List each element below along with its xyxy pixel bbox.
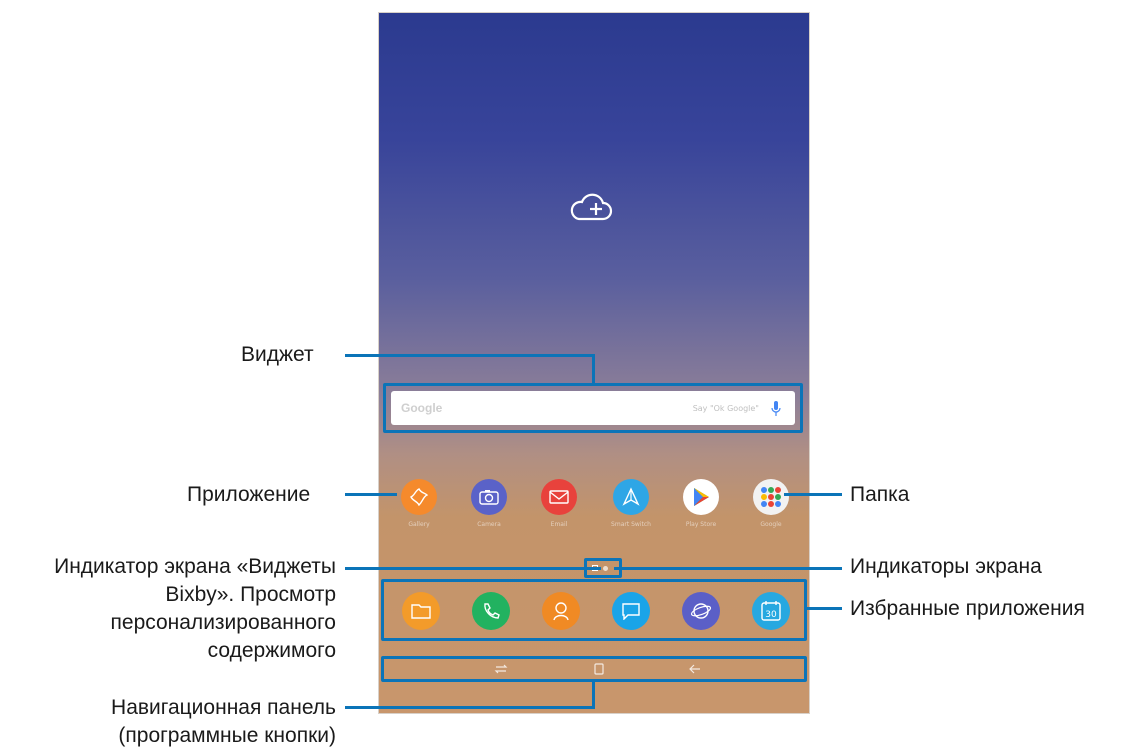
recent-apps-icon[interactable] — [494, 663, 508, 675]
play-store-icon — [683, 479, 719, 515]
messages-icon[interactable] — [612, 592, 650, 630]
label-bixby-line4: содержимого — [207, 639, 336, 662]
contacts-icon[interactable] — [542, 592, 580, 630]
callout-line-favorites — [806, 607, 842, 610]
label-bixby-line3: персонализированного — [110, 611, 336, 634]
app-label: Smart Switch — [611, 521, 651, 528]
callout-line-bixby — [345, 567, 601, 570]
callout-line-widget — [345, 354, 595, 357]
calendar-icon[interactable]: 30 — [752, 592, 790, 630]
app-row: Gallery Camera Email Smart Switch Play S… — [379, 479, 809, 541]
google-logo: Google — [401, 401, 443, 415]
back-icon[interactable] — [688, 663, 702, 675]
label-app: Приложение — [187, 483, 311, 506]
callout-line-indicators — [614, 567, 842, 570]
app-label: Google — [760, 521, 782, 528]
google-search-widget[interactable]: Google Say "Ok Google" — [383, 383, 803, 433]
label-indicators: Индикаторы экрана — [850, 555, 1042, 578]
callout-line-navbar-drop — [592, 681, 595, 709]
label-folder: Папка — [850, 483, 910, 506]
label-navbar-line1: Навигационная панель — [111, 696, 336, 719]
phone-icon[interactable] — [472, 592, 510, 630]
label-navbar: Навигационная панель (программные кнопки… — [0, 694, 336, 750]
callout-line-app — [345, 493, 397, 496]
navigation-bar — [381, 656, 807, 682]
mic-icon[interactable] — [771, 400, 781, 418]
send-icon — [613, 479, 649, 515]
app-camera[interactable]: Camera — [469, 479, 509, 539]
callout-line-widget-drop — [592, 354, 595, 384]
app-play-store[interactable]: Play Store — [681, 479, 721, 539]
app-label: Play Store — [685, 521, 717, 528]
app-gallery[interactable]: Gallery — [399, 479, 439, 539]
cloud-add-icon[interactable] — [569, 193, 615, 223]
label-favorites: Избранные приложения — [850, 597, 1085, 620]
favorites-dock: 30 — [381, 579, 807, 641]
label-bixby-line1: Индикатор экрана «Виджеты — [54, 555, 336, 578]
app-label: Email — [550, 521, 568, 528]
callout-line-navbar — [345, 706, 595, 709]
label-bixby: Индикатор экрана «Виджеты Bixby». Просмо… — [0, 553, 336, 665]
app-label: Camera — [477, 521, 501, 528]
internet-icon[interactable] — [682, 592, 720, 630]
google-folder[interactable]: Google — [751, 479, 791, 539]
home-button-icon[interactable] — [592, 663, 606, 675]
email-icon — [541, 479, 577, 515]
folder-icon[interactable] — [402, 592, 440, 630]
calendar-date: 30 — [765, 610, 777, 620]
camera-icon — [471, 479, 507, 515]
app-smart-switch[interactable]: Smart Switch — [611, 479, 651, 539]
search-bar[interactable]: Google Say "Ok Google" — [391, 391, 795, 425]
label-widget: Виджет — [241, 343, 314, 366]
label-navbar-line2: (программные кнопки) — [118, 724, 336, 747]
gallery-icon — [401, 479, 437, 515]
page-dot[interactable] — [603, 566, 608, 571]
voice-hint: Say "Ok Google" — [692, 404, 759, 413]
app-email[interactable]: Email — [539, 479, 579, 539]
callout-line-folder — [784, 493, 842, 496]
label-bixby-line2: Bixby». Просмотр — [165, 583, 336, 606]
app-label: Gallery — [408, 521, 430, 528]
google-folder-icon — [753, 479, 789, 515]
